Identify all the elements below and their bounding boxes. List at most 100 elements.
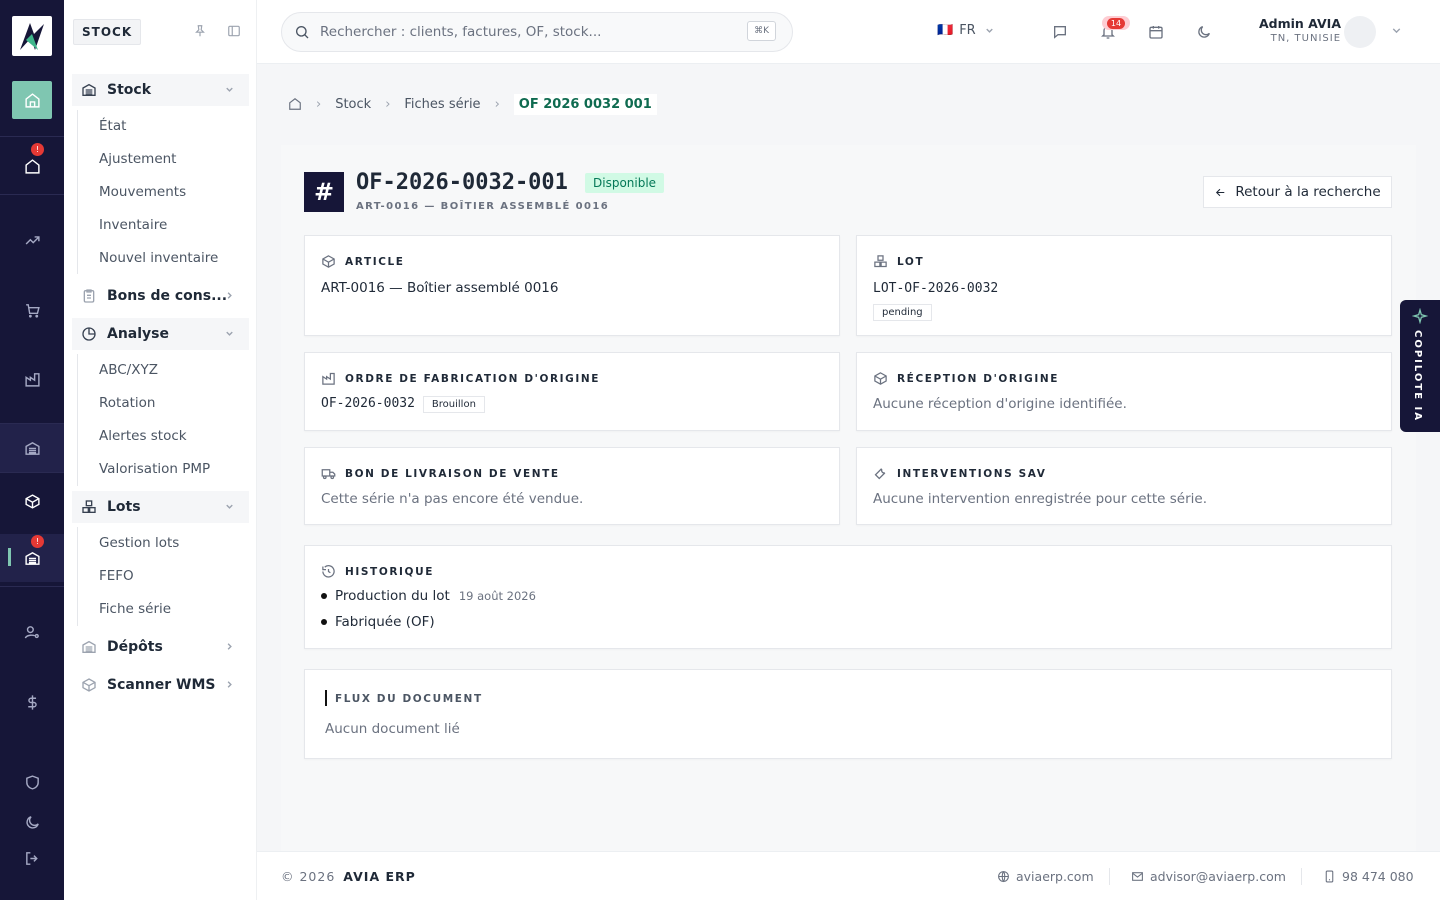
boxes-icon (82, 500, 96, 513)
copilot-tab[interactable]: COPILOTE IA (1400, 300, 1440, 432)
nav-item-mouvements[interactable]: Mouvements (99, 184, 186, 200)
back-to-search-button[interactable]: Retour à la recherche (1203, 176, 1392, 208)
icon-rail: ! ! (0, 0, 64, 900)
nav-group-stock[interactable]: Stock (72, 74, 249, 106)
flag-icon: 🇫🇷 (937, 23, 954, 38)
chevron-down-icon[interactable] (1390, 24, 1403, 37)
messages-icon[interactable] (1052, 24, 1068, 40)
rail-home-button[interactable] (12, 81, 52, 119)
nav-group-label: Stock (107, 82, 152, 98)
of-status-tag: Brouillon (422, 396, 485, 413)
module-badge: STOCK (73, 19, 142, 45)
rail-dashboard-button[interactable]: ! (0, 143, 64, 186)
user-settings-icon (24, 625, 39, 638)
box-icon (322, 255, 335, 268)
language-selector[interactable]: 🇫🇷 FR (937, 23, 995, 38)
nav-group-label: Analyse (107, 326, 170, 342)
card-heading: ORDRE DE FABRICATION D'ORIGINE (345, 372, 601, 385)
nav-item-etat[interactable]: État (99, 118, 126, 134)
pin-icon[interactable] (193, 24, 207, 38)
nav-group-analyse[interactable]: Analyse (72, 318, 249, 350)
rail-finance-button[interactable] (0, 692, 64, 712)
avatar[interactable] (1344, 16, 1376, 48)
page-subtitle: ART-0016 — BOÎTIER ASSEMBLÉ 0016 (356, 201, 610, 212)
home-icon[interactable] (288, 97, 302, 111)
nav-item-abc-xyz[interactable]: ABC/XYZ (99, 362, 158, 378)
nav-item-valorisation-pmp[interactable]: Valorisation PMP (99, 461, 210, 477)
user-region: TN, TUNISIE (1270, 33, 1342, 44)
breadcrumb-fiches-serie[interactable]: Fiches série (404, 97, 480, 112)
breadcrumb-stock[interactable]: Stock (335, 97, 371, 112)
article-card: ARTICLE ART-0016 — Boîtier assemblé 0016 (304, 235, 840, 336)
phone-link[interactable]: 98 474 080 (1323, 869, 1414, 884)
search-input[interactable] (320, 24, 720, 40)
card-heading: INTERVENTIONS SAV (897, 467, 1047, 480)
nav-item-nouvel-inventaire[interactable]: Nouvel inventaire (99, 250, 218, 266)
user-menu[interactable]: Admin AVIA TN, TUNISIE (1259, 16, 1341, 44)
warehouse-icon (82, 83, 96, 96)
nav-group-scanner-wms[interactable]: Scanner WMS (72, 669, 249, 701)
card-heading: RÉCEPTION D'ORIGINE (897, 372, 1060, 385)
rail-theme-button[interactable] (0, 812, 64, 832)
chevron-down-icon (226, 331, 233, 336)
nav-item-fefo[interactable]: FEFO (99, 568, 134, 584)
nav-group-depots[interactable]: Dépôts (72, 631, 249, 663)
breadcrumb-current: OF 2026 0032 001 (513, 93, 657, 115)
chevron-right-icon (227, 681, 232, 688)
topbar: ⌘K 🇫🇷 FR 14 Admin AVIA TN, TUNISIE (257, 0, 1440, 64)
website-link[interactable]: aviaerp.com (997, 869, 1094, 884)
nav-item-inventaire[interactable]: Inventaire (99, 217, 167, 233)
global-search[interactable]: ⌘K (281, 12, 793, 52)
notification-badge: 14 (1102, 16, 1130, 30)
sav-value: Aucune intervention enregistrée pour cet… (873, 491, 1207, 507)
language-label: FR (959, 23, 976, 38)
nav-item-ajustement[interactable]: Ajustement (99, 151, 176, 167)
of-card: ORDRE DE FABRICATION D'ORIGINE OF-2026-0… (304, 352, 840, 431)
card-heading: BON DE LIVRAISON DE VENTE (345, 467, 560, 480)
rail-security-button[interactable] (0, 772, 64, 792)
email-link[interactable]: advisor@aviaerp.com (1131, 869, 1286, 884)
globe-icon (998, 871, 1009, 883)
phone-icon (1325, 870, 1334, 883)
lot-card: LOT LOT-OF-2026-0032 pending (856, 235, 1392, 336)
copyright: © 2026 (281, 869, 336, 884)
article-value: ART-0016 — Boîtier assemblé 0016 (321, 280, 559, 296)
calendar-icon[interactable] (1148, 24, 1164, 40)
nav-group-bons[interactable]: Bons de cons... (72, 280, 249, 312)
rail-sales-button[interactable] (0, 230, 64, 250)
rail-lots-button[interactable]: ! (0, 534, 64, 582)
shortcut-hint: ⌘K (747, 21, 776, 41)
lot-value[interactable]: LOT-OF-2026-0032 (873, 281, 998, 296)
sav-card: INTERVENTIONS SAV Aucune intervention en… (856, 447, 1392, 525)
document-flow-card: FLUX DU DOCUMENT Aucun document lié (304, 669, 1392, 759)
app-logo[interactable] (12, 16, 52, 56)
nav-group-lots[interactable]: Lots (72, 491, 249, 523)
rail-production-button[interactable] (0, 369, 64, 389)
chevron-down-icon (226, 87, 233, 92)
rail-purchase-button[interactable] (0, 300, 64, 320)
nav-item-gestion-lots[interactable]: Gestion lots (99, 535, 179, 551)
collapse-sidebar-icon[interactable] (227, 24, 241, 38)
logout-icon (25, 851, 38, 865)
rail-articles-button[interactable] (0, 491, 64, 511)
user-name: Admin AVIA (1259, 16, 1342, 31)
breadcrumb-separator: › (385, 96, 391, 112)
nav-item-alertes-stock[interactable]: Alertes stock (99, 428, 187, 444)
lot-status-tag: pending (873, 304, 932, 321)
warehouse-icon (24, 551, 40, 565)
nav-item-fiche-serie[interactable]: Fiche série (99, 601, 171, 617)
rail-stock-button[interactable] (0, 424, 64, 472)
rail-hr-button[interactable] (0, 622, 64, 642)
document-flow-empty: Aucun document lié (325, 721, 460, 737)
boxes-icon (874, 255, 887, 268)
nav-item-rotation[interactable]: Rotation (99, 395, 155, 411)
moon-icon[interactable] (1196, 24, 1212, 40)
reception-card: RÉCEPTION D'ORIGINE Aucune réception d'o… (856, 352, 1392, 431)
sidebar: STOCK Stock État Ajustement Mouvements I… (64, 0, 257, 900)
breadcrumb-separator: › (494, 96, 500, 112)
factory-icon (24, 372, 40, 387)
rail-logout-button[interactable] (0, 848, 64, 868)
pie-chart-icon (82, 327, 96, 341)
footer: © 2026 AVIA ERP aviaerp.com advisor@aviae… (257, 851, 1440, 900)
of-value[interactable]: OF-2026-0032 (321, 396, 415, 411)
